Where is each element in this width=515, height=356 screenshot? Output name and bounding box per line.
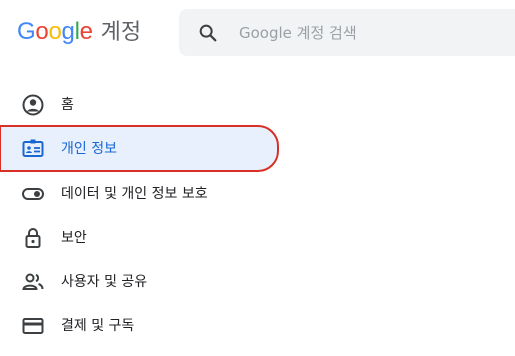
people-icon <box>21 270 45 294</box>
credit-card-icon <box>21 314 45 338</box>
account-circle-icon <box>21 93 45 117</box>
logo-letter: o <box>48 18 62 45</box>
id-card-icon <box>21 137 45 161</box>
search-input[interactable] <box>237 18 501 48</box>
google-wordmark: Google <box>17 18 93 46</box>
nav-item-personal-info[interactable]: 개인 정보 <box>0 125 279 172</box>
logo-letter: o <box>35 18 49 45</box>
google-account-logo[interactable]: Google 계정 <box>17 14 141 50</box>
nav-item-label: 보안 <box>61 230 87 246</box>
nav-item-security[interactable]: 보안 <box>0 215 515 259</box>
logo-letter: g <box>61 18 75 45</box>
header: Google 계정 <box>0 0 515 72</box>
nav-item-data-privacy[interactable]: 데이터 및 개인 정보 보호 <box>0 171 515 215</box>
nav-item-label: 개인 정보 <box>61 141 117 157</box>
nav-item-payments[interactable]: 결제 및 구독 <box>0 303 515 347</box>
search-bar[interactable] <box>179 9 515 56</box>
sidebar-nav: 홈 개인 정보 데이터 및 개인 정보 보호 보안 사용자 및 공유 결제 및 … <box>0 82 515 347</box>
product-name: 계정 <box>100 20 142 45</box>
toggle-icon <box>21 182 45 206</box>
nav-item-label: 홈 <box>61 97 74 113</box>
nav-item-label: 결제 및 구독 <box>61 318 135 334</box>
logo-letter: e <box>79 18 93 45</box>
nav-item-home[interactable]: 홈 <box>0 82 515 126</box>
nav-item-people-sharing[interactable]: 사용자 및 공유 <box>0 259 515 303</box>
logo-letter: G <box>17 18 36 45</box>
lock-icon <box>21 226 45 250</box>
nav-item-label: 사용자 및 공유 <box>61 274 148 290</box>
search-icon[interactable] <box>197 22 219 44</box>
nav-item-label: 데이터 및 개인 정보 보호 <box>61 186 208 202</box>
